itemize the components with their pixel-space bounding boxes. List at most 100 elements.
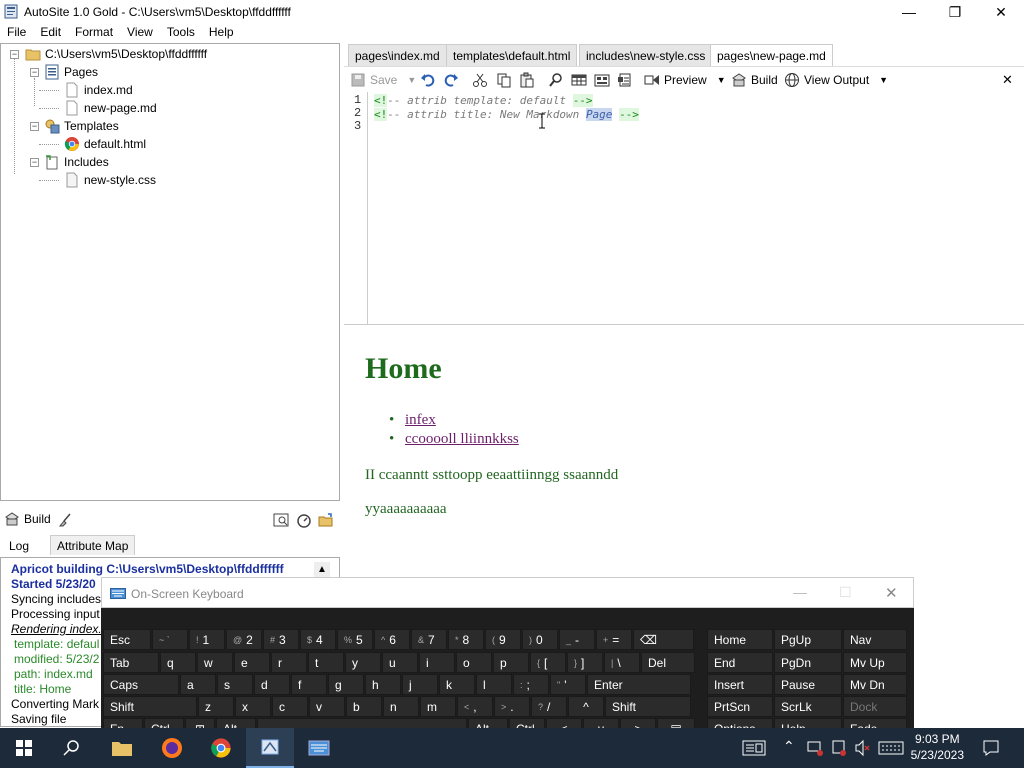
cut-icon[interactable] — [472, 71, 488, 89]
menu-format[interactable]: Format — [68, 24, 120, 42]
key-k[interactable]: k — [439, 674, 475, 695]
key-shift-right[interactable]: Shift — [605, 696, 691, 717]
key-mv-up[interactable]: Mv Up — [843, 652, 907, 673]
key-8[interactable]: * 8 — [448, 629, 484, 650]
key-p[interactable]: p — [493, 652, 529, 673]
key-9[interactable]: (9 — [485, 629, 521, 650]
key-1[interactable]: ! 1 — [189, 629, 225, 650]
key-bracket-1[interactable]: }] — [567, 652, 603, 673]
key-j[interactable]: j — [402, 674, 438, 695]
key-punct-0[interactable]: :; — [513, 674, 549, 695]
menu-tools[interactable]: Tools — [160, 24, 202, 42]
key-3[interactable]: #3 — [263, 629, 299, 650]
broom-icon[interactable] — [58, 513, 72, 527]
key-s[interactable]: s — [217, 674, 253, 695]
key-punct2-1[interactable]: >. — [494, 696, 530, 717]
news-icon[interactable] — [742, 740, 766, 756]
key-g[interactable]: g — [328, 674, 364, 695]
key-pgdn[interactable]: PgDn — [774, 652, 842, 673]
document-icon[interactable] — [617, 71, 633, 89]
key-q[interactable]: q — [160, 652, 196, 673]
key-tab[interactable]: Tab — [103, 652, 159, 673]
root-collapse-toggle[interactable]: − — [10, 50, 19, 59]
osk-minimize-icon[interactable]: — — [793, 584, 807, 600]
key-pgup[interactable]: PgUp — [774, 629, 842, 650]
pages-collapse-toggle[interactable]: − — [30, 68, 39, 77]
key-w[interactable]: w — [197, 652, 233, 673]
tab-pages-index-md[interactable]: pages\index.md — [348, 44, 447, 66]
menu-view[interactable]: View — [120, 24, 160, 42]
tree-item-new-style-css[interactable]: new-style.css — [64, 171, 156, 189]
taskbar-osk[interactable] — [295, 728, 343, 768]
volume-icon[interactable] — [854, 739, 872, 757]
timer-icon[interactable] — [296, 512, 312, 528]
key-arrow-up[interactable]: ^ — [568, 696, 604, 717]
key-a[interactable]: a — [180, 674, 216, 695]
image-grid-icon[interactable] — [594, 71, 610, 89]
close-button[interactable]: ✕ — [978, 0, 1024, 24]
touch-keyboard-icon[interactable] — [878, 741, 904, 755]
redo-icon[interactable] — [443, 71, 459, 89]
preview-button[interactable]: Preview ▼ — [644, 71, 726, 89]
tab-log[interactable]: Log — [2, 535, 37, 555]
taskbar-firefox[interactable] — [148, 728, 196, 768]
undo-icon[interactable] — [420, 71, 436, 89]
key-x[interactable]: x — [235, 696, 271, 717]
taskbar-search-button[interactable] — [48, 728, 96, 768]
tab-pages-new-page-md[interactable]: pages\new-page.md — [710, 44, 833, 66]
key-0[interactable]: ) 0 — [522, 629, 558, 650]
key-t[interactable]: t — [308, 652, 344, 673]
tab-templates-default-html[interactable]: templates\default.html — [446, 44, 578, 66]
key-2[interactable]: @2 — [226, 629, 262, 650]
key-7[interactable]: & 7 — [411, 629, 447, 650]
menu-help[interactable]: Help — [202, 24, 241, 42]
system-clock[interactable]: 9:03 PM 5/23/2023 — [911, 732, 964, 762]
key-bracket-0[interactable]: {[ — [530, 652, 566, 673]
tree-includes[interactable]: Includes — [44, 153, 109, 171]
tree-pages[interactable]: Pages — [44, 63, 98, 81]
preview-link[interactable]: infex — [405, 412, 436, 428]
copy-icon[interactable] — [496, 71, 512, 89]
key-esc[interactable]: Esc — [103, 629, 151, 650]
key-backtick[interactable]: ~ ` — [152, 629, 188, 650]
tree-item-default-html[interactable]: default.html — [64, 135, 146, 153]
key-dock[interactable]: Dock — [843, 696, 907, 717]
key-end[interactable]: End — [707, 652, 773, 673]
key-o[interactable]: o — [456, 652, 492, 673]
security-icon[interactable] — [830, 739, 848, 757]
taskbar-chrome[interactable] — [197, 728, 245, 768]
key-4[interactable]: $4 — [300, 629, 336, 650]
key-nav[interactable]: Nav — [843, 629, 907, 650]
maximize-button[interactable]: ❐ — [932, 0, 978, 24]
key-punct2-0[interactable]: <, — [457, 696, 493, 717]
minimize-button[interactable]: — — [886, 0, 932, 24]
preview-link[interactable]: ccooooll lliinnkkss — [405, 431, 519, 447]
key-backspace[interactable]: ⌫ — [633, 629, 694, 650]
key-insert[interactable]: Insert — [707, 674, 773, 695]
key-h[interactable]: h — [365, 674, 401, 695]
key-home[interactable]: Home — [707, 629, 773, 650]
build-button[interactable]: Build — [731, 71, 778, 89]
key-caps[interactable]: Caps — [103, 674, 179, 695]
menu-file[interactable]: File — [0, 24, 33, 42]
osk-close-icon[interactable]: ✕ — [885, 584, 898, 602]
key-del[interactable]: Del — [641, 652, 695, 673]
key-c[interactable]: c — [272, 696, 308, 717]
tree-templates[interactable]: Templates — [44, 117, 119, 135]
taskbar-autosite[interactable] — [246, 728, 294, 768]
network-icon[interactable] — [806, 739, 824, 757]
paste-icon[interactable] — [519, 71, 535, 89]
tree-item-index-md[interactable]: index.md — [64, 81, 133, 99]
key-bracket-2[interactable]: | \ — [604, 652, 640, 673]
key-l[interactable]: l — [476, 674, 512, 695]
open-folder-icon[interactable] — [318, 512, 334, 528]
key-d[interactable]: d — [254, 674, 290, 695]
key-i[interactable]: i — [419, 652, 455, 673]
key-n[interactable]: n — [383, 696, 419, 717]
close-editor-button[interactable]: ✕ — [1002, 71, 1013, 89]
key-prtscn[interactable]: PrtScn — [707, 696, 773, 717]
tab-includes-new-style-css[interactable]: includes\new-style.css — [579, 44, 713, 66]
key-f[interactable]: f — [291, 674, 327, 695]
key-6[interactable]: ^ 6 — [374, 629, 410, 650]
key-scrlk[interactable]: ScrLk — [774, 696, 842, 717]
